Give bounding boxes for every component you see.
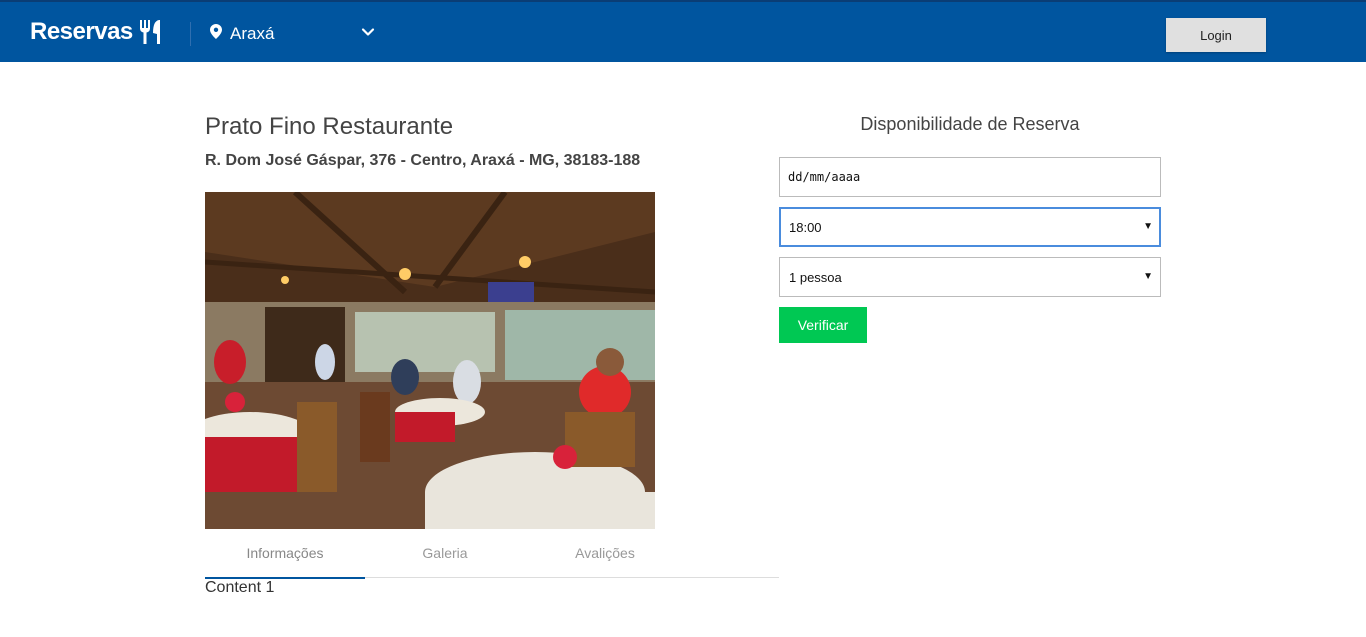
top-navbar: Reservas Araxá Login <box>0 0 1366 62</box>
verify-button[interactable]: Verificar <box>779 307 867 343</box>
info-tabs: Informações Galeria Avalições <box>205 536 779 579</box>
date-placeholder: dd/mm/aaaa <box>788 170 861 184</box>
people-value: 1 pessoa <box>789 269 842 285</box>
header-divider <box>190 22 191 46</box>
tab-avaliacoes[interactable]: Avalições <box>525 536 685 577</box>
select-caret-icon: ▼ <box>1143 271 1153 282</box>
restaurant-name: Prato Fino Restaurante <box>205 113 454 140</box>
people-select[interactable]: 1 pessoa ▼ <box>779 257 1161 297</box>
brand-name: Reservas <box>30 18 133 45</box>
chevron-down-icon <box>361 25 375 44</box>
login-button[interactable]: Login <box>1166 18 1266 52</box>
utensils-icon <box>139 19 161 45</box>
time-select[interactable]: 18:00 ▼ <box>779 207 1161 247</box>
tab-galeria[interactable]: Galeria <box>365 536 525 577</box>
map-pin-icon <box>210 24 222 44</box>
time-value: 18:00 <box>789 219 822 235</box>
select-caret-icon: ▼ <box>1143 221 1153 232</box>
tab-informacoes[interactable]: Informações <box>205 536 365 579</box>
date-input[interactable]: dd/mm/aaaa <box>779 157 1161 197</box>
city-selector[interactable]: Araxá <box>210 22 375 46</box>
city-label: Araxá <box>230 24 275 43</box>
restaurant-photo <box>205 192 655 529</box>
restaurant-address: R. Dom José Gáspar, 376 - Centro, Araxá … <box>205 152 641 169</box>
reservation-title: Disponibilidade de Reserva <box>860 114 1080 134</box>
tab-content: Content 1 <box>205 579 275 596</box>
brand-logo[interactable]: Reservas <box>30 17 161 47</box>
